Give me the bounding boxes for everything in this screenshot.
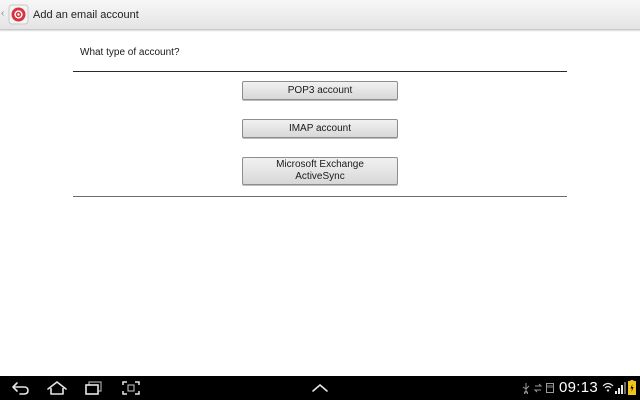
battery-icon xyxy=(628,380,636,395)
exchange-activesync-button[interactable]: Microsoft Exchange ActiveSync xyxy=(242,157,398,185)
screen: ‹ Add an email account What type of acco… xyxy=(0,0,640,400)
home-icon[interactable] xyxy=(46,380,68,396)
sync-icon xyxy=(533,383,543,393)
signal-icon xyxy=(615,382,626,394)
system-bar: 09:13 xyxy=(0,376,640,400)
wifi-icon xyxy=(602,382,614,392)
recent-apps-icon[interactable] xyxy=(84,380,104,396)
clock: 09:13 xyxy=(559,379,599,396)
exchange-label-line1: Microsoft Exchange xyxy=(276,159,364,170)
storage-icon xyxy=(546,383,554,393)
imap-account-button[interactable]: IMAP account xyxy=(242,119,398,138)
pop3-account-button[interactable]: POP3 account xyxy=(242,81,398,100)
divider-top xyxy=(73,71,567,72)
divider-bottom xyxy=(73,196,567,197)
pop3-account-label: POP3 account xyxy=(287,84,353,96)
action-bar: ‹ Add an email account xyxy=(0,0,640,30)
exchange-label-line2: ActiveSync xyxy=(295,171,345,182)
screenshot-icon[interactable] xyxy=(121,380,141,396)
imap-account-label: IMAP account xyxy=(288,122,352,134)
menu-up-icon[interactable] xyxy=(311,383,329,393)
page-title: Add an email account xyxy=(33,9,139,21)
email-app-icon[interactable] xyxy=(8,4,29,25)
back-icon[interactable] xyxy=(11,380,31,396)
up-caret-icon[interactable]: ‹ xyxy=(1,9,4,19)
account-type-question: What type of account? xyxy=(80,47,180,58)
usb-icon xyxy=(522,383,530,394)
